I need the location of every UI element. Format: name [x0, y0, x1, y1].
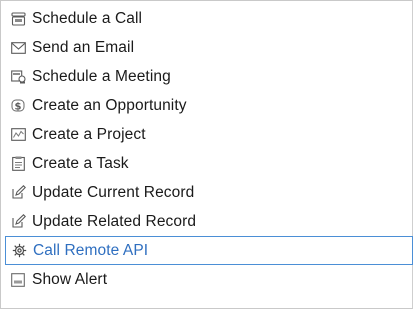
edit-icon — [10, 185, 26, 201]
menu-item-label: Update Current Record — [32, 183, 195, 201]
menu-item-label: Call Remote API — [33, 241, 149, 259]
menu-item-call-remote-api[interactable]: Call Remote API — [5, 236, 413, 265]
menu-item-create-opportunity[interactable]: $ Create an Opportunity — [5, 91, 413, 120]
menu-item-label: Create a Project — [32, 125, 146, 143]
menu-item-label: Schedule a Meeting — [32, 67, 171, 85]
menu-item-label: Create a Task — [32, 154, 129, 172]
task-icon — [10, 156, 26, 172]
action-menu: Schedule a Call Send an Email Schedule a… — [0, 0, 413, 309]
menu-item-schedule-call[interactable]: Schedule a Call — [5, 4, 413, 33]
menu-item-label: Show Alert — [32, 270, 108, 288]
svg-text:$: $ — [15, 102, 22, 113]
dollar-icon: $ — [10, 98, 26, 114]
envelope-icon — [10, 40, 26, 56]
menu-item-schedule-meeting[interactable]: Schedule a Meeting — [5, 62, 413, 91]
menu-item-label: Update Related Record — [32, 212, 197, 230]
edit-related-icon — [10, 214, 26, 230]
menu-item-send-email[interactable]: Send an Email — [5, 33, 413, 62]
menu-item-create-project[interactable]: Create a Project — [5, 120, 413, 149]
menu-item-label: Create an Opportunity — [32, 96, 187, 114]
menu-item-label: Send an Email — [32, 38, 135, 56]
menu-item-update-related-record[interactable]: Update Related Record — [5, 207, 413, 236]
phone-icon — [10, 11, 26, 27]
menu-item-update-current-record[interactable]: Update Current Record — [5, 178, 413, 207]
meeting-icon — [10, 69, 26, 85]
gear-icon — [11, 243, 27, 259]
menu-item-label: Schedule a Call — [32, 9, 143, 27]
alert-icon — [10, 272, 26, 288]
menu-item-create-task[interactable]: Create a Task — [5, 149, 413, 178]
project-icon — [10, 127, 26, 143]
menu-item-show-alert[interactable]: Show Alert — [5, 265, 413, 294]
